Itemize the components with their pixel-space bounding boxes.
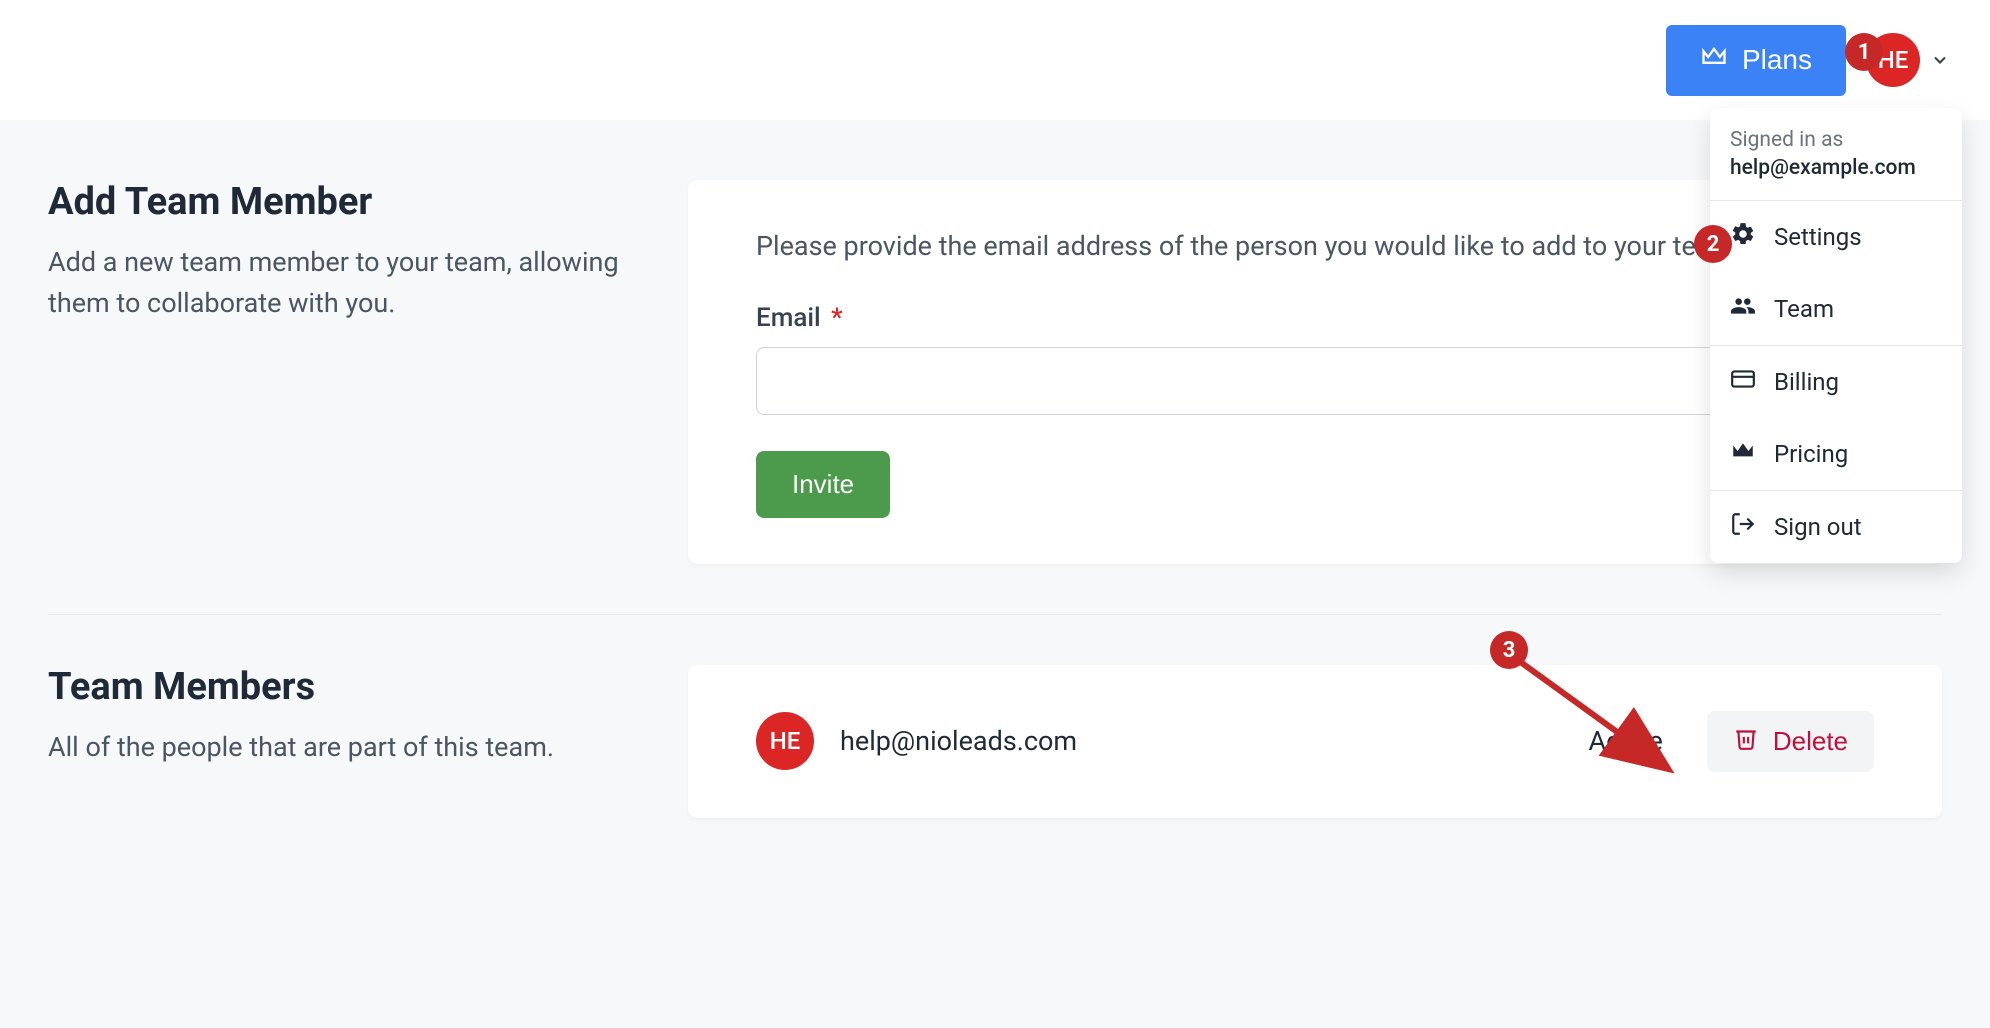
menu-item-pricing[interactable]: Pricing	[1710, 418, 1962, 490]
signed-in-block: Signed in as help@example.com	[1710, 108, 1962, 200]
table-row: HE help@nioleads.com Active Delete	[756, 711, 1874, 772]
menu-item-settings[interactable]: Settings	[1710, 201, 1962, 273]
menu-label: Billing	[1774, 368, 1839, 396]
email-label: Email *	[756, 303, 1874, 333]
members-title: Team Members	[48, 665, 648, 709]
add-member-section: Add Team Member Add a new team member to…	[48, 180, 1942, 614]
plans-button[interactable]: Plans	[1666, 25, 1846, 96]
delete-label: Delete	[1773, 726, 1848, 757]
crown-icon	[1730, 438, 1756, 470]
card-icon	[1730, 366, 1756, 398]
add-member-left: Add Team Member Add a new team member to…	[48, 180, 648, 564]
page-content: Add Team Member Add a new team member to…	[0, 120, 1990, 868]
team-icon	[1730, 293, 1756, 325]
email-field[interactable]	[756, 347, 1874, 415]
menu-item-signout[interactable]: Sign out	[1710, 491, 1962, 563]
add-member-desc: Add a new team member to your team, allo…	[48, 242, 648, 323]
members-left: Team Members All of the people that are …	[48, 665, 648, 818]
topbar: Plans HE Signed in as help@example.com S…	[0, 0, 1990, 120]
menu-item-team[interactable]: Team	[1710, 273, 1962, 345]
signed-in-email: help@example.com	[1730, 156, 1942, 180]
members-desc: All of the people that are part of this …	[48, 727, 648, 768]
team-members-section: Team Members All of the people that are …	[48, 665, 1942, 868]
chevron-down-icon[interactable]	[1930, 50, 1950, 70]
annotation-badge-2: 2	[1694, 225, 1732, 263]
menu-item-billing[interactable]: Billing	[1710, 346, 1962, 418]
delete-button[interactable]: Delete	[1707, 711, 1874, 772]
member-status: Active	[1588, 725, 1662, 757]
menu-label: Sign out	[1774, 513, 1862, 541]
menu-label: Settings	[1774, 223, 1862, 251]
user-dropdown: Signed in as help@example.com Settings T…	[1710, 108, 1962, 563]
required-mark: *	[831, 303, 843, 333]
annotation-badge-1: 1	[1845, 33, 1883, 71]
annotation-badge-3: 3	[1490, 631, 1528, 669]
plans-label: Plans	[1742, 44, 1812, 76]
gear-icon	[1730, 221, 1756, 253]
add-member-title: Add Team Member	[48, 180, 648, 224]
trash-icon	[1733, 725, 1759, 758]
member-avatar: HE	[756, 712, 814, 770]
member-email: help@nioleads.com	[840, 725, 1588, 757]
signout-icon	[1730, 511, 1756, 543]
signed-in-label: Signed in as	[1730, 128, 1942, 152]
members-card: HE help@nioleads.com Active Delete	[688, 665, 1942, 818]
invite-button[interactable]: Invite	[756, 451, 890, 518]
menu-label: Team	[1774, 295, 1834, 323]
crown-icon	[1700, 43, 1728, 78]
menu-label: Pricing	[1774, 440, 1848, 468]
section-divider	[48, 614, 1942, 615]
